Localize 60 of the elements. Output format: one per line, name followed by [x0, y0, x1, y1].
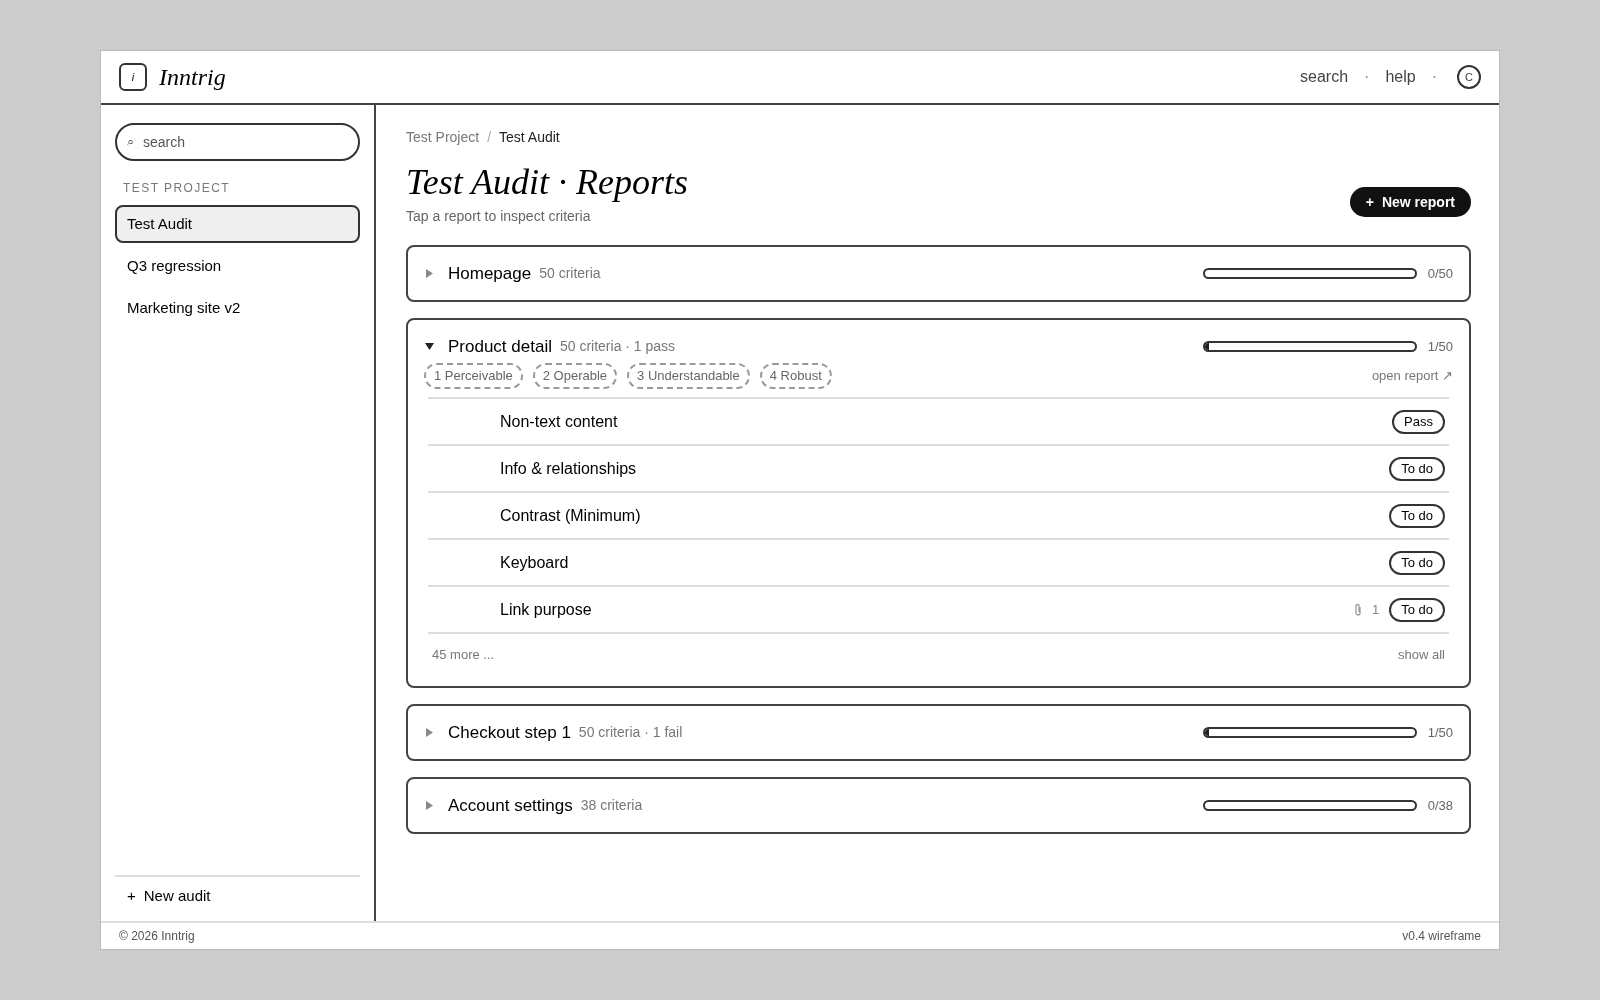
nav-link[interactable]: search [1300, 65, 1349, 89]
progress-count: 1/50 [1427, 723, 1453, 742]
show-all-link[interactable]: show all [1398, 645, 1445, 665]
filter-chip[interactable]: 2 Operable [532, 363, 618, 389]
page-title: Test Audit · Reports [406, 161, 689, 204]
breadcrumb-item[interactable]: Test Project [406, 127, 480, 148]
sidebar-item[interactable]: Marketing site v2 [115, 289, 360, 327]
filter-chip[interactable]: 3 Understandable [627, 363, 750, 389]
criterion-name: Keyboard [500, 552, 569, 573]
criterion-row[interactable]: Info & relationships To do [428, 446, 1449, 493]
criterion-name: Contrast (Minimum) [500, 505, 641, 526]
new-report-button[interactable]: + New report [1349, 187, 1471, 217]
section-heading: TEST PROJECT [123, 180, 232, 197]
avatar[interactable]: C [1457, 65, 1481, 89]
separator-dot: · [1364, 67, 1370, 87]
filter-chip[interactable]: 1 Perceivable [424, 363, 523, 389]
app-name: Inntrig [159, 63, 226, 92]
expand-icon[interactable] [424, 341, 434, 352]
criterion-row[interactable]: Link purpose 1 To do [428, 587, 1449, 634]
page-subtitle: Tap a report to inspect criteria [406, 207, 592, 226]
status-badge[interactable]: Pass [1392, 409, 1445, 434]
open-report-link[interactable]: open report ↗ [1371, 366, 1453, 386]
filter-chip[interactable]: 4 Robust [759, 363, 832, 389]
sidebar-item[interactable]: Q3 regression [115, 247, 360, 285]
report-meta: 50 criteria [539, 264, 601, 283]
plus-icon: + [1365, 191, 1374, 213]
criterion-name: Non-text content [500, 411, 618, 432]
report-meta: 38 criteria [580, 796, 643, 815]
progress-count: 0/38 [1427, 796, 1453, 815]
progress-count: 1/50 [1427, 337, 1453, 356]
status-badge[interactable]: To do [1389, 597, 1445, 622]
criterion-row[interactable]: Non-text content Pass [428, 399, 1449, 446]
status-badge[interactable]: To do [1389, 456, 1445, 481]
report-name[interactable]: Homepage [448, 260, 532, 287]
version-text: v0.4 wireframe [1402, 928, 1481, 945]
breadcrumb-item: Test Audit [499, 128, 560, 147]
copyright-text: © 2026 Inntrig [119, 928, 195, 945]
separator-dot: · [1431, 67, 1437, 87]
criterion-row[interactable]: Keyboard To do [428, 540, 1449, 587]
report-name[interactable]: Account settings [448, 792, 573, 819]
plus-icon: + [127, 884, 136, 907]
report-meta: 50 criteria · 1 fail [578, 723, 683, 742]
search-icon: ⌕ [127, 132, 134, 152]
report-name[interactable]: Checkout step 1 [448, 719, 571, 746]
breadcrumb-separator: / [487, 128, 492, 147]
status-badge[interactable]: To do [1389, 503, 1445, 528]
attachment-count: 1 [1371, 600, 1380, 619]
new-audit-button[interactable]: + New audit [127, 884, 211, 907]
nav-link[interactable]: help [1385, 65, 1416, 89]
report-meta: 50 criteria · 1 pass [559, 337, 676, 356]
criterion-name: Info & relationships [500, 458, 637, 479]
progress-count: 0/50 [1427, 264, 1453, 283]
status-badge[interactable]: To do [1389, 550, 1445, 575]
report-name[interactable]: Product detail [448, 333, 552, 360]
logo-icon: i [119, 63, 147, 91]
paperclip-icon [1353, 602, 1362, 617]
criterion-row[interactable]: Contrast (Minimum) To do [428, 493, 1449, 540]
sidebar-item[interactable]: Test Audit [115, 205, 360, 243]
more-count: 45 more ... [432, 646, 495, 665]
criterion-name: Link purpose [500, 599, 592, 620]
